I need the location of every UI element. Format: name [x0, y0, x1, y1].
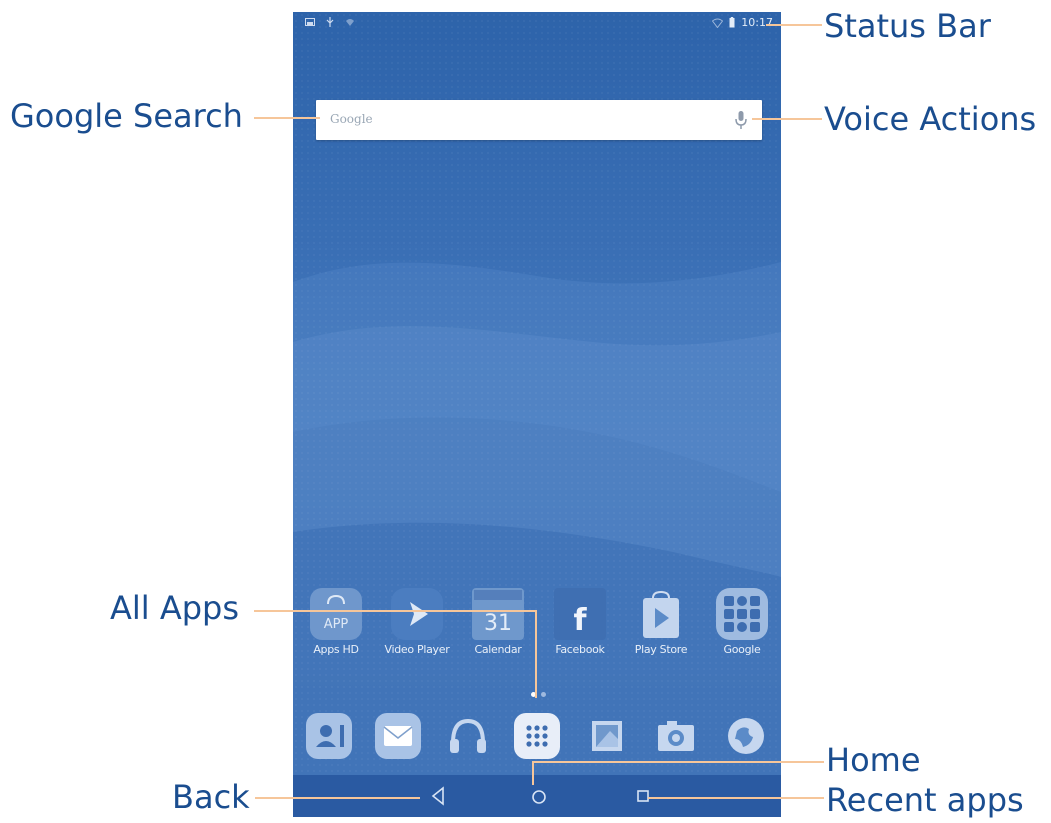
- annotation-status-bar: Status Bar: [824, 7, 991, 45]
- app-label: Video Player: [384, 643, 450, 656]
- annotation-recent-apps: Recent apps: [826, 781, 1024, 819]
- app-facebook[interactable]: f Facebook: [545, 588, 615, 656]
- app-calendar[interactable]: 31 Calendar: [463, 588, 533, 656]
- app-label: Google: [723, 643, 761, 656]
- app-google-folder[interactable]: Google: [707, 588, 777, 656]
- microphone-icon[interactable]: [734, 110, 748, 130]
- all-apps-leader: [254, 610, 536, 612]
- all-apps-icon[interactable]: [514, 713, 560, 759]
- google-search-bar[interactable]: Google: [316, 100, 762, 140]
- page-indicator: [293, 692, 781, 698]
- page-dot: [541, 692, 546, 697]
- apps-hd-badge: APP: [324, 617, 349, 632]
- app-label: Play Store: [634, 643, 688, 656]
- app-play-store[interactable]: Play Store: [626, 588, 696, 656]
- all-apps-leader-vertical: [535, 610, 537, 698]
- notification-image-icon: [305, 18, 315, 26]
- phone-home-screen: 10:17 Google APP Apps HD Video Player 31…: [293, 12, 781, 817]
- battery-icon: [729, 17, 735, 28]
- home-leader-vertical: [532, 761, 534, 785]
- wifi-notification-icon: [346, 19, 354, 26]
- google-logo: Google: [330, 112, 373, 126]
- app-label: Facebook: [555, 643, 605, 656]
- facebook-badge: f: [573, 603, 587, 638]
- app-label: Calendar: [474, 643, 522, 656]
- annotation-home: Home: [826, 741, 921, 779]
- home-leader: [532, 761, 824, 763]
- calendar-icon: 31: [472, 588, 524, 640]
- recent-apps-leader: [648, 797, 824, 799]
- home-icon[interactable]: [519, 775, 559, 817]
- browser-icon[interactable]: [723, 713, 769, 759]
- google-search-leader: [254, 117, 320, 119]
- app-store-icon: APP: [310, 588, 362, 640]
- status-time: 10:17: [741, 16, 773, 29]
- status-bar-leader: [766, 24, 822, 26]
- contacts-icon[interactable]: [306, 713, 352, 759]
- wifi-icon: [712, 18, 724, 28]
- annotation-all-apps: All Apps: [110, 589, 240, 627]
- annotation-voice-actions: Voice Actions: [824, 100, 1037, 138]
- play-store-icon: [635, 588, 687, 640]
- back-icon[interactable]: [418, 775, 458, 817]
- email-icon[interactable]: [375, 713, 421, 759]
- navigation-bar: [293, 775, 781, 817]
- usb-icon: [326, 17, 334, 27]
- app-apps-hd[interactable]: APP Apps HD: [301, 588, 371, 656]
- app-video-player[interactable]: Video Player: [382, 588, 452, 656]
- app-label: Apps HD: [313, 643, 359, 656]
- status-bar[interactable]: 10:17: [293, 12, 781, 36]
- recent-apps-icon[interactable]: [624, 775, 664, 817]
- play-icon: [391, 588, 443, 640]
- gallery-icon[interactable]: [584, 713, 630, 759]
- voice-actions-leader: [752, 118, 822, 120]
- annotation-google-search: Google Search: [10, 97, 243, 135]
- facebook-icon: f: [554, 588, 606, 640]
- back-leader: [255, 797, 420, 799]
- annotation-back: Back: [172, 778, 250, 816]
- camera-icon[interactable]: [653, 713, 699, 759]
- music-icon[interactable]: [445, 713, 491, 759]
- google-folder-icon: [716, 588, 768, 640]
- calendar-badge: 31: [484, 611, 512, 636]
